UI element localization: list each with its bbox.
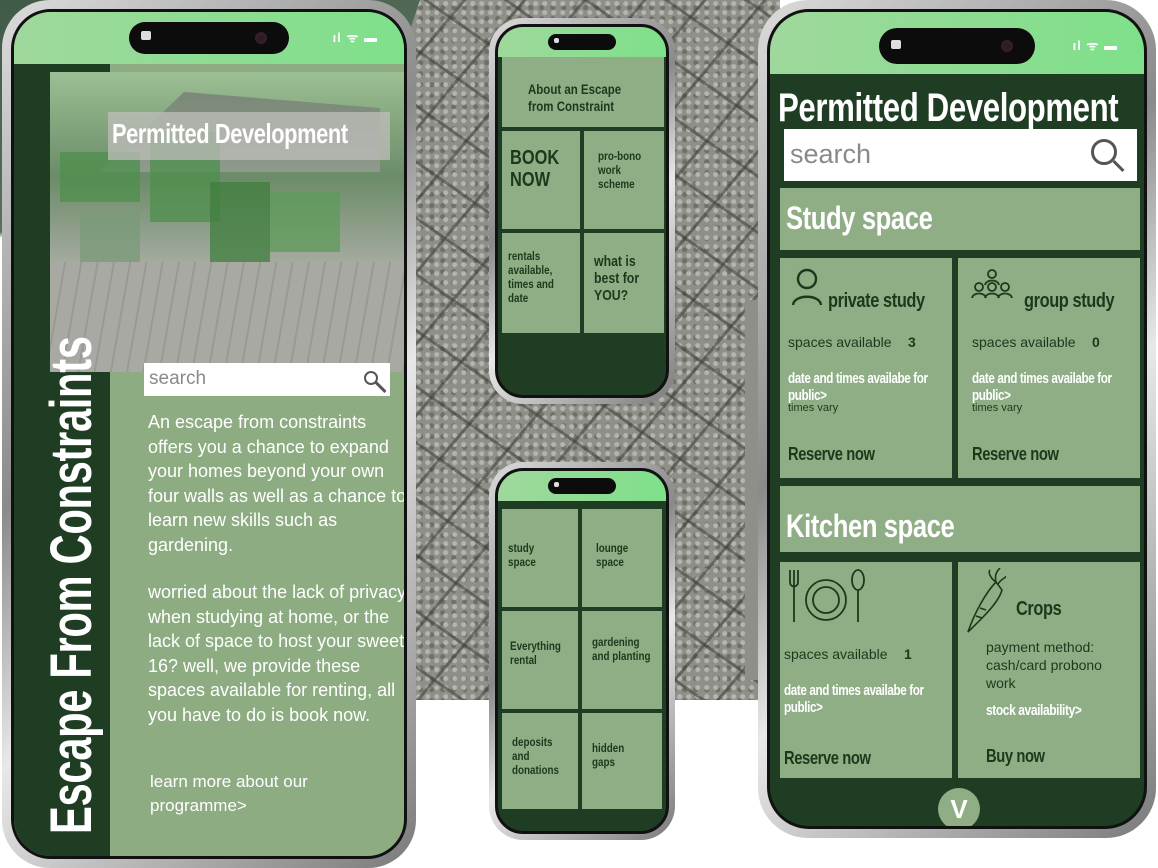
crops-card[interactable]: Crops payment method: cash/card probono … bbox=[958, 562, 1140, 778]
group-study-label: group study bbox=[1024, 290, 1115, 312]
camera-icon bbox=[255, 32, 267, 44]
intro-text: An escape from constraints offers you a … bbox=[148, 410, 407, 750]
lock-icon bbox=[554, 38, 559, 43]
buy-now-button[interactable]: Buy now bbox=[986, 746, 1045, 767]
tile-everything-rental[interactable]: Everything rental bbox=[502, 611, 578, 709]
tile-gardening-label: gardening and planting bbox=[592, 635, 651, 663]
stock-availability-link[interactable]: stock availability> bbox=[986, 702, 1082, 719]
pixel-block bbox=[270, 192, 340, 252]
dynamic-island bbox=[129, 22, 289, 54]
status-bar: ıl ᯤ ▬ bbox=[770, 12, 1144, 74]
status-bar bbox=[498, 471, 666, 501]
lock-icon bbox=[141, 31, 151, 40]
vertical-title: Escape From Constraints bbox=[39, 336, 104, 834]
tile-gardening[interactable]: gardening and planting bbox=[582, 611, 662, 709]
hero-title: Permitted Development bbox=[112, 118, 348, 149]
spaces-value: 0 bbox=[1092, 334, 1100, 350]
kitchen-card[interactable]: spaces available 1 date and times availa… bbox=[780, 562, 952, 778]
search-icon[interactable] bbox=[364, 371, 378, 385]
payment-method: payment method: cash/card probono work bbox=[986, 639, 1102, 691]
tile-hidden-label: hidden gaps bbox=[592, 741, 625, 769]
tile-pro-bono-label: pro-bono work scheme bbox=[598, 149, 642, 191]
spaces-value: 1 bbox=[904, 646, 912, 662]
phone-screen: ıl ᯤ ▬ Permitted Development search Stud… bbox=[767, 9, 1147, 829]
dynamic-island bbox=[879, 28, 1035, 64]
crops-label: Crops bbox=[1016, 598, 1062, 620]
date-times-link[interactable]: date and times availabe for public> bbox=[788, 370, 936, 404]
tile-best-label: what is best for YOU? bbox=[594, 253, 640, 304]
phone-screen: study space lounge space Everything rent… bbox=[495, 468, 669, 834]
tile-best-for-you[interactable]: what is best for YOU? bbox=[584, 233, 664, 333]
tile-about[interactable]: About an Escape from Constraint bbox=[502, 57, 664, 127]
spaces-label: spaces available bbox=[784, 646, 888, 662]
scroll-down-button[interactable]: V bbox=[938, 788, 980, 826]
search-placeholder: search bbox=[790, 139, 872, 169]
tile-book-now-label: BOOK NOW bbox=[510, 147, 560, 191]
tile-lounge-space[interactable]: lounge space bbox=[582, 509, 662, 607]
spaces-label: spaces available bbox=[972, 334, 1076, 350]
reserve-button[interactable]: Reserve now bbox=[788, 444, 875, 465]
status-bar: ıl ᯤ ▬ bbox=[14, 12, 404, 64]
study-section-header: Study space bbox=[780, 188, 1140, 250]
tile-everything-label: Everything rental bbox=[510, 639, 561, 667]
dynamic-island bbox=[548, 34, 616, 50]
signal-wifi-battery-icon: ıl ᯤ ▬ bbox=[1072, 38, 1118, 53]
phone-booking: ıl ᯤ ▬ Permitted Development search Stud… bbox=[758, 0, 1156, 838]
plate-cutlery-icon bbox=[789, 569, 865, 622]
tile-deposits[interactable]: deposits and donations bbox=[502, 713, 578, 809]
camera-icon bbox=[1001, 40, 1013, 52]
lock-icon bbox=[554, 482, 559, 487]
phone-menu: About an Escape from Constraint BOOK NOW… bbox=[489, 18, 675, 404]
study-section-title: Study space bbox=[786, 200, 933, 236]
tile-deposits-label: deposits and donations bbox=[512, 735, 560, 777]
learn-more-link[interactable]: learn more about our programme> bbox=[150, 770, 370, 818]
date-times-link[interactable]: date and times availabe for public> bbox=[972, 370, 1120, 404]
kitchen-section-header: Kitchen space bbox=[780, 486, 1140, 552]
intro-paragraph-1: An escape from constraints offers you a … bbox=[148, 412, 407, 555]
intro-paragraph-2: worried about the lack of privacy when s… bbox=[148, 582, 407, 725]
times-vary: times vary bbox=[788, 402, 839, 414]
page-title: Permitted Development bbox=[778, 86, 1119, 130]
vertical-title-area: Escape From Constraints bbox=[32, 274, 122, 834]
tile-lounge-label: lounge space bbox=[596, 541, 629, 569]
kitchen-section-title: Kitchen space bbox=[786, 508, 955, 544]
carrot-icon bbox=[967, 568, 1006, 633]
tile-book-now[interactable]: BOOK NOW bbox=[502, 131, 580, 229]
search-icon[interactable] bbox=[1091, 139, 1117, 165]
tile-pro-bono[interactable]: pro-bono work scheme bbox=[584, 131, 664, 229]
reserve-button[interactable]: Reserve now bbox=[972, 444, 1059, 465]
phone-categories: study space lounge space Everything rent… bbox=[489, 462, 675, 840]
search-input[interactable]: search bbox=[144, 363, 390, 396]
search-input[interactable]: search bbox=[784, 129, 1137, 181]
private-study-card[interactable]: private study spaces available 3 date an… bbox=[780, 258, 952, 478]
tile-study-label: study space bbox=[508, 541, 536, 569]
status-bar bbox=[498, 27, 666, 57]
pixel-block bbox=[210, 182, 270, 262]
tile-rentals[interactable]: rentals available, times and date bbox=[502, 233, 580, 333]
search-placeholder: search bbox=[149, 368, 207, 389]
hero-title-box: Permitted Development bbox=[108, 112, 390, 160]
person-icon bbox=[791, 268, 823, 306]
tile-hidden-gaps[interactable]: hidden gaps bbox=[582, 713, 662, 809]
phone-screen: About an Escape from Constraint BOOK NOW… bbox=[495, 24, 669, 398]
group-icon bbox=[971, 269, 1013, 299]
spaces-label: spaces available bbox=[788, 334, 892, 350]
tile-about-label: About an Escape from Constraint bbox=[528, 81, 622, 114]
tile-rentals-label: rentals available, times and date bbox=[508, 249, 554, 305]
phone-landing: ıl ᯤ ▬ Permitted Development Escape From… bbox=[2, 0, 416, 868]
reserve-button[interactable]: Reserve now bbox=[784, 748, 871, 769]
tile-study-space[interactable]: study space bbox=[502, 509, 578, 607]
lock-icon bbox=[891, 40, 901, 49]
spaces-value: 3 bbox=[908, 334, 916, 350]
times-vary: times vary bbox=[972, 402, 1023, 414]
dynamic-island bbox=[548, 478, 616, 494]
date-times-link[interactable]: date and times availabe for public> bbox=[784, 682, 932, 716]
private-study-label: private study bbox=[828, 290, 925, 312]
group-study-card[interactable]: group study spaces available 0 date and … bbox=[958, 258, 1140, 478]
signal-wifi-battery-icon: ıl ᯤ ▬ bbox=[332, 30, 378, 45]
phone-screen: ıl ᯤ ▬ Permitted Development Escape From… bbox=[11, 9, 407, 859]
